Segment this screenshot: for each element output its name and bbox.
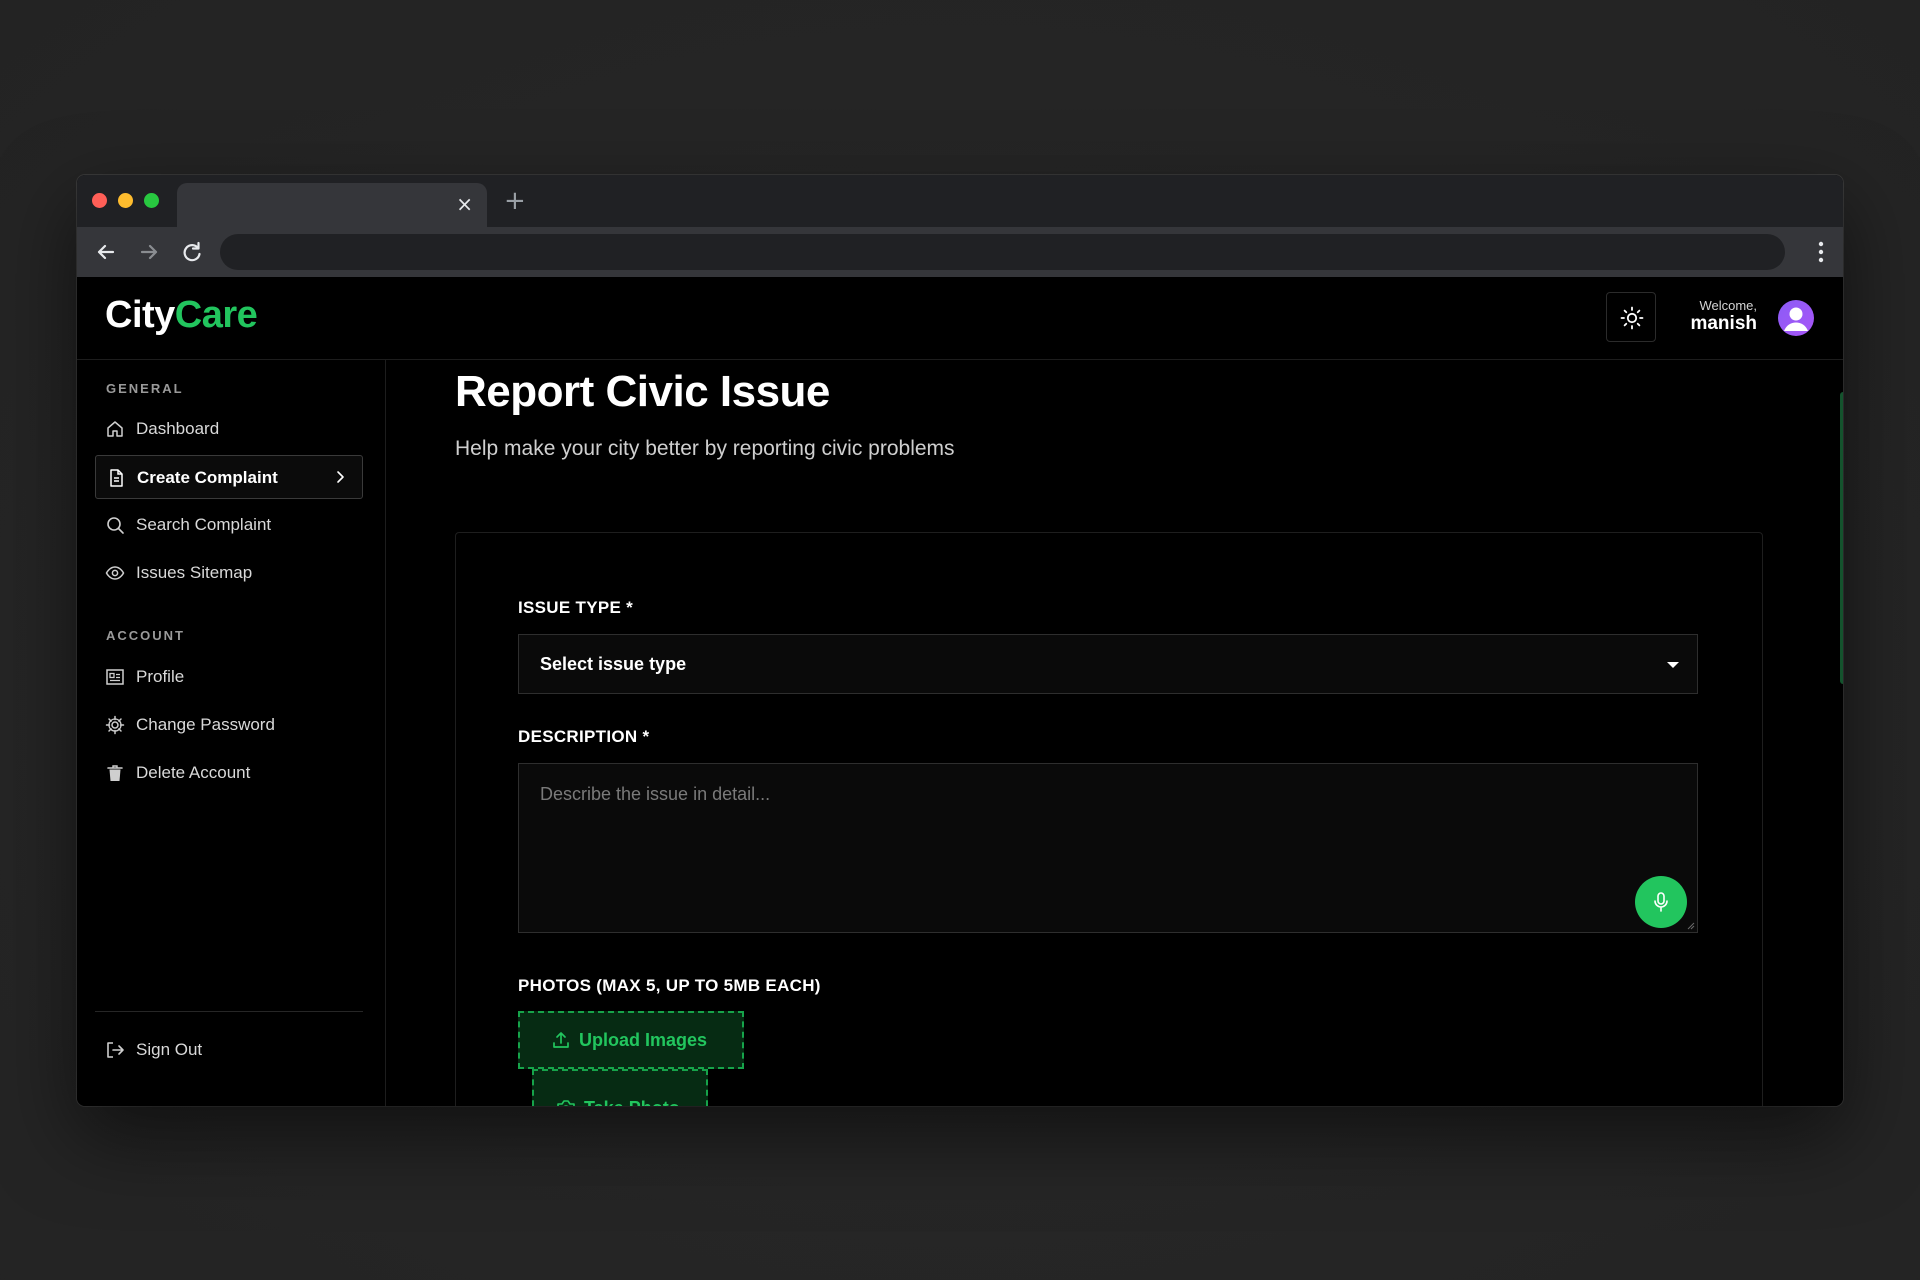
search-icon <box>107 517 124 534</box>
username: manish <box>1690 313 1757 334</box>
sidebar-item-label: Dashboard <box>136 419 220 438</box>
browser-tab[interactable]: × <box>177 183 487 227</box>
sidebar-item-search-complaint[interactable]: Search Complaint <box>95 503 363 547</box>
sign-out-button[interactable]: Sign Out <box>95 1028 363 1072</box>
sidebar-item-label: Profile <box>136 667 185 686</box>
sidebar-item-label: Search Complaint <box>136 515 272 534</box>
description-label: DESCRIPTION * <box>518 727 650 746</box>
photos-label: PHOTOS (MAX 5, UP TO 5MB EACH) <box>518 976 821 995</box>
sidebar-item-issues-sitemap[interactable]: Issues Sitemap <box>95 551 363 595</box>
issue-type-value: Select issue type <box>540 654 687 674</box>
sidebar-item-change-password[interactable]: Change Password <box>95 703 363 747</box>
report-form-card: ISSUE TYPE * Select issue type DESCRIPTI… <box>455 532 1763 1106</box>
browser-window: × + CityCare Welcome, manish GENERAL Das… <box>77 175 1843 1106</box>
browser-tab-bar: × + <box>77 175 1843 227</box>
app-header: CityCare Welcome, manish <box>77 277 1843 360</box>
caret-down-icon <box>1667 662 1679 668</box>
upload-icon <box>553 1032 569 1048</box>
upload-images-button[interactable]: Upload Images <box>518 1011 744 1069</box>
chevron-right-icon <box>337 471 344 483</box>
profile-card-icon <box>106 669 124 685</box>
take-photo-button[interactable]: Take Photo <box>532 1069 708 1106</box>
tab-close-icon[interactable]: × <box>456 194 473 214</box>
sidebar: GENERAL Dashboard Create Complaint Searc… <box>77 359 386 1106</box>
resize-handle-icon[interactable] <box>1685 920 1695 930</box>
welcome-label: Welcome, <box>1699 298 1757 313</box>
page-title: Report Civic Issue <box>455 367 830 416</box>
take-photo-label: Take Photo <box>584 1098 680 1106</box>
voice-input-button[interactable] <box>1635 876 1687 928</box>
address-bar[interactable] <box>220 234 1785 270</box>
sidebar-item-profile[interactable]: Profile <box>95 655 363 699</box>
avatar[interactable] <box>1778 300 1814 336</box>
welcome-block: Welcome, manish <box>1690 298 1757 335</box>
description-textarea[interactable]: Describe the issue in detail... <box>518 763 1698 933</box>
logo-care: Care <box>174 294 258 336</box>
logo[interactable]: CityCare <box>105 294 258 337</box>
main-content: Report Civic Issue Help make your city b… <box>386 359 1843 1106</box>
sidebar-item-create-complaint[interactable]: Create Complaint <box>95 455 363 499</box>
user-icon <box>1784 307 1808 331</box>
gear-icon <box>105 715 125 735</box>
sidebar-divider <box>95 1011 363 1012</box>
page-scrollbar[interactable] <box>1840 392 1843 684</box>
description-placeholder: Describe the issue in detail... <box>540 784 771 804</box>
forward-arrow-icon[interactable] <box>134 237 164 267</box>
microphone-icon <box>1654 892 1668 912</box>
eye-icon <box>105 566 125 580</box>
sidebar-item-delete-account[interactable]: Delete Account <box>95 751 363 795</box>
app: CityCare Welcome, manish GENERAL Dashboa… <box>77 277 1843 1106</box>
upload-images-label: Upload Images <box>579 1030 708 1050</box>
theme-toggle-button[interactable] <box>1606 292 1656 342</box>
close-window-button[interactable] <box>92 193 107 208</box>
minimize-window-button[interactable] <box>118 193 133 208</box>
home-icon <box>107 421 123 437</box>
issue-type-select[interactable]: Select issue type <box>518 634 1698 694</box>
sun-icon <box>1620 306 1644 330</box>
browser-menu-icon[interactable] <box>1811 239 1831 265</box>
sign-out-icon <box>107 1042 124 1058</box>
sidebar-item-dashboard[interactable]: Dashboard <box>95 407 363 451</box>
trash-icon <box>107 765 123 781</box>
maximize-window-button[interactable] <box>144 193 159 208</box>
issue-type-label: ISSUE TYPE * <box>518 598 634 617</box>
sidebar-item-label: Change Password <box>136 715 275 734</box>
sign-out-label: Sign Out <box>136 1040 203 1059</box>
browser-toolbar <box>77 227 1843 277</box>
section-label-account: ACCOUNT <box>106 628 185 643</box>
sidebar-item-label: Create Complaint <box>137 468 278 487</box>
logo-city: City <box>105 294 175 336</box>
page-subtitle: Help make your city better by reporting … <box>455 437 955 460</box>
camera-icon <box>557 1100 575 1106</box>
new-tab-icon[interactable]: + <box>504 188 526 214</box>
sidebar-item-label: Issues Sitemap <box>136 563 253 582</box>
document-icon <box>110 469 123 487</box>
reload-icon[interactable] <box>177 237 207 267</box>
sidebar-item-label: Delete Account <box>136 763 251 782</box>
section-label-general: GENERAL <box>106 381 184 396</box>
back-arrow-icon[interactable] <box>91 237 121 267</box>
